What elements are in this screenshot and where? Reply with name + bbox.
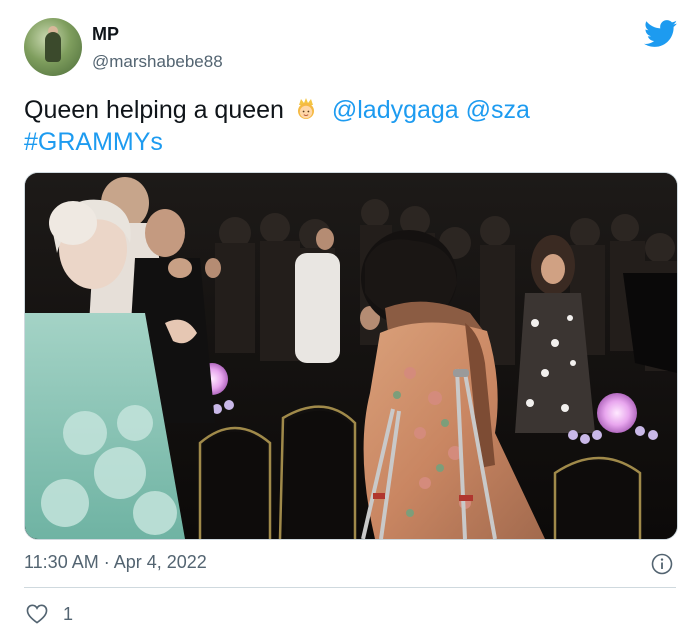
princess-emoji-icon [297, 98, 314, 119]
twitter-bird-icon [644, 20, 678, 47]
avatar-figure [45, 32, 61, 62]
tweet-photo[interactable] [24, 172, 678, 540]
tweet-text: Queen helping a queen @ladygaga @sza #GR… [24, 94, 674, 158]
mention-ladygaga[interactable]: @ladygaga [332, 96, 459, 124]
tweet-card: MP @marshabebe88 Queen helping a queen @… [0, 0, 700, 642]
grammys-audience-photo [25, 173, 677, 539]
info-icon[interactable] [651, 553, 673, 575]
tweet-timestamp[interactable]: 11:30 AM · Apr 4, 2022 [24, 552, 207, 573]
divider [24, 587, 676, 588]
display-name[interactable]: MP [92, 24, 119, 45]
hashtag-grammys[interactable]: #GRAMMYs [24, 128, 163, 156]
mention-sza[interactable]: @sza [466, 96, 530, 124]
avatar[interactable] [24, 18, 82, 76]
tweet-body: Queen helping a queen [24, 96, 284, 124]
heart-icon[interactable] [26, 604, 48, 624]
user-handle[interactable]: @marshabebe88 [92, 52, 223, 72]
like-count: 1 [63, 604, 74, 624]
